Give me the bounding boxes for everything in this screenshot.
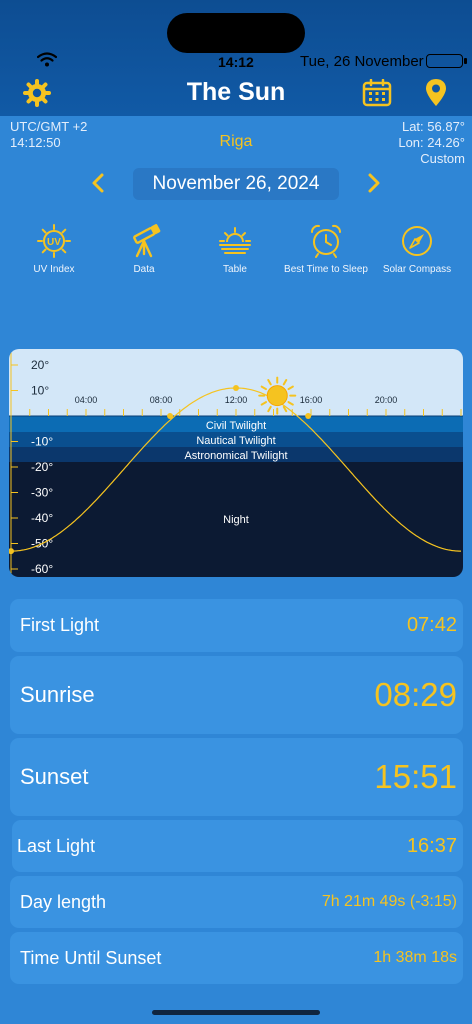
top-bar: 14:12 Tue, 26 November The Sun	[0, 0, 472, 116]
band-label-astronomical: Astronomical Twilight	[184, 450, 287, 462]
status-time: 14:12	[218, 54, 254, 70]
sun-elevation-chart-svg: 20°10°-10°-20°-30°-40°-50°-60° 04:00 08:0…	[9, 349, 463, 577]
dynamic-island	[167, 13, 305, 53]
sun-data-point	[167, 413, 174, 419]
row-value: 16:37	[406, 834, 457, 857]
chart-day-area	[9, 349, 463, 416]
band-label-nautical: Nautical Twilight	[196, 435, 275, 447]
tool-best-time-to-sleep[interactable]: Best Time to Sleep	[281, 224, 371, 275]
status-date: Tue, 26 November	[300, 53, 424, 70]
wifi-icon	[37, 52, 57, 67]
row-value: 1h 38m 18s	[373, 949, 457, 966]
svg-text:UV: UV	[47, 237, 61, 248]
battery-icon	[426, 54, 467, 68]
row-time-until-sunset: Time Until Sunset 1h 38m 18s	[10, 932, 463, 984]
compass-icon	[402, 226, 432, 256]
row-value: 7h 21m 49s (-3:15)	[321, 893, 457, 910]
band-label-civil: Civil Twilight	[206, 420, 266, 432]
x-tick-label: 04:00	[75, 395, 98, 405]
tool-label: UV Index	[33, 264, 75, 275]
tool-label: Table	[223, 264, 247, 275]
row-label: First Light	[20, 615, 100, 635]
sunrise-table-icon	[219, 227, 251, 254]
x-tick-label: 08:00	[150, 395, 173, 405]
y-tick-label: -60°	[31, 562, 53, 576]
telescope-icon	[133, 224, 161, 258]
tool-label: Solar Compass	[382, 264, 452, 275]
longitude: Lon: 24.26°	[398, 135, 465, 150]
row-value: 15:51	[374, 758, 457, 795]
row-last-light: Last Light 16:37	[12, 820, 463, 872]
row-first-light: First Light 07:42	[10, 599, 463, 652]
y-tick-label: -10°	[31, 435, 53, 449]
tool-label: Data	[133, 264, 155, 275]
band-label-night: Night	[223, 514, 249, 526]
row-label: Sunrise	[20, 682, 95, 707]
tool-solar-compass[interactable]: Solar Compass	[380, 224, 454, 275]
row-label: Sunset	[20, 764, 89, 789]
tool-table[interactable]: Table	[205, 224, 265, 275]
row-label: Day length	[20, 891, 107, 912]
row-label: Last Light	[17, 835, 96, 856]
calendar-icon[interactable]	[362, 79, 392, 107]
x-tick-label: 16:00	[300, 395, 323, 405]
date-selector[interactable]: November 26, 2024	[133, 168, 339, 200]
coordinates-info: Lat: 56.87° Lon: 24.26° Custom	[398, 119, 465, 167]
x-tick-label: 12:00	[225, 395, 248, 405]
tool-data[interactable]: Data	[114, 224, 174, 275]
home-indicator[interactable]	[152, 1010, 320, 1015]
sun-elevation-chart: 20° 10° -10° -20° -30° -40° -50° -60° 04:00 08:0…	[9, 349, 463, 577]
next-day-chevron-icon[interactable]	[366, 172, 382, 194]
row-day-length: Day length 7h 21m 49s (-3:15)	[10, 876, 463, 928]
row-label: Time Until Sunset	[20, 947, 162, 968]
row-sunset: Sunset 15:51	[10, 738, 463, 816]
uv-index-icon: UV	[37, 224, 71, 258]
y-tick-label: 10°	[31, 384, 49, 398]
y-tick-label: -40°	[31, 511, 53, 525]
location-mode: Custom	[420, 151, 465, 166]
latitude: Lat: 56.87°	[401, 119, 465, 134]
tool-label: Best Time to Sleep	[284, 264, 368, 275]
y-tick-label: -20°	[31, 460, 53, 474]
y-tick-label: -30°	[31, 486, 53, 500]
row-value: 08:29	[374, 676, 457, 713]
alarm-clock-icon	[310, 224, 342, 258]
sun-data-point	[233, 384, 239, 391]
x-tick-label: 20:00	[375, 395, 398, 405]
location-pin-icon[interactable]	[424, 78, 448, 108]
row-sunrise: Sunrise 08:29	[10, 656, 463, 734]
y-tick-label: 20°	[31, 358, 49, 372]
previous-day-chevron-icon[interactable]	[90, 172, 106, 194]
tool-uv-index[interactable]: UV UV Index	[24, 224, 84, 275]
sun-data-point	[305, 413, 312, 419]
app-title: The Sun	[186, 78, 286, 106]
row-value: 07:42	[406, 614, 457, 636]
